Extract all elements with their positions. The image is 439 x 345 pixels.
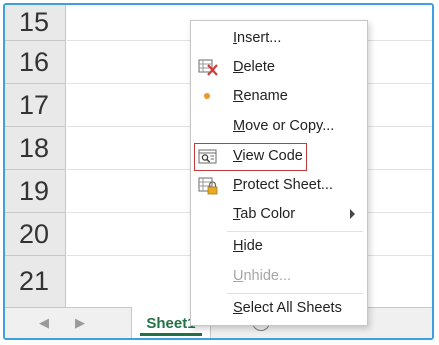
submenu-arrow-icon — [350, 209, 355, 219]
sheet-context-menu: Insert... Delete Rename Move or Copy... … — [190, 20, 368, 326]
menu-item-label: Delete — [233, 59, 275, 75]
menu-item-label: Select All Sheets — [233, 300, 342, 316]
menu-item-label: Move or Copy... — [233, 118, 335, 134]
menu-item-hide[interactable]: Hide — [191, 233, 367, 261]
menu-item-view-code[interactable]: View Code — [191, 143, 367, 171]
delete-sheet-icon — [198, 59, 218, 76]
menu-item-label: Tab Color — [233, 206, 296, 222]
row-header-column: 15 16 17 18 19 20 21 — [5, 5, 67, 307]
row-number: 20 — [19, 218, 50, 249]
row-header-20[interactable]: 20 — [5, 213, 66, 256]
row-header-16[interactable]: 16 — [5, 41, 66, 84]
menu-item-insert[interactable]: Insert... — [191, 25, 367, 53]
menu-item-label: Rename — [233, 88, 288, 104]
active-tab-indicator — [140, 333, 202, 336]
row-header-17[interactable]: 17 — [5, 84, 66, 127]
row-header-21[interactable]: 21 — [5, 256, 66, 307]
row-number: 21 — [19, 266, 50, 296]
menu-item-select-all-sheets[interactable]: Select All Sheets — [191, 295, 367, 323]
row-number: 15 — [19, 7, 50, 37]
menu-item-protect-sheet[interactable]: Protect Sheet... — [191, 172, 367, 200]
menu-item-label: Protect Sheet... — [233, 177, 333, 193]
menu-item-tab-color[interactable]: Tab Color — [191, 201, 367, 229]
row-number: 19 — [19, 175, 50, 206]
bullet-icon — [204, 93, 210, 99]
protect-sheet-icon — [198, 177, 218, 195]
row-header-19[interactable]: 19 — [5, 170, 66, 213]
menu-separator — [227, 231, 363, 232]
menu-item-label: Hide — [233, 238, 263, 254]
scroll-tabs-right-icon[interactable]: ▶ — [75, 316, 85, 331]
row-number: 16 — [19, 46, 50, 77]
row-header-15[interactable]: 15 — [5, 5, 66, 41]
menu-item-delete[interactable]: Delete — [191, 54, 367, 82]
menu-item-rename[interactable]: Rename — [191, 83, 367, 111]
menu-item-unhide: Unhide... — [191, 263, 367, 291]
menu-item-label: Insert... — [233, 30, 282, 46]
menu-item-move-or-copy[interactable]: Move or Copy... — [191, 113, 367, 141]
menu-item-label: View Code — [233, 148, 303, 164]
row-number: 17 — [19, 89, 50, 120]
view-code-icon — [198, 149, 217, 164]
row-number: 18 — [19, 132, 50, 163]
menu-item-label: Unhide... — [233, 268, 292, 284]
row-header-18[interactable]: 18 — [5, 127, 66, 170]
menu-separator — [227, 293, 363, 294]
scroll-tabs-left-icon[interactable]: ◀ — [39, 316, 49, 331]
